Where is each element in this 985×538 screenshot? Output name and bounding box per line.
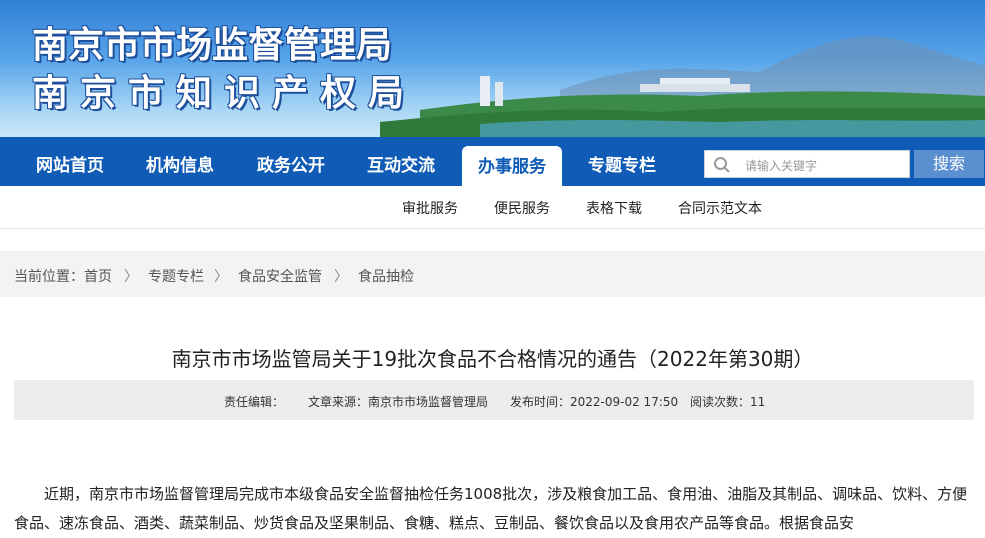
breadcrumb-separator: 〉 [334,269,348,285]
breadcrumb-separator: 〉 [124,269,138,285]
breadcrumb-prefix: 当前位置： [14,269,84,285]
nav-item-services[interactable]: 办事服务 [462,146,562,186]
subnav-item-convenience[interactable]: 便民服务 [494,198,550,218]
breadcrumb-topics[interactable]: 专题专栏 [148,266,204,286]
subnav-item-approval[interactable]: 审批服务 [402,198,458,218]
breadcrumb-home[interactable]: 首页 [84,266,112,286]
article-body: 近期，南京市市场监督管理局完成市本级食品安全监督抽检任务1008批次，涉及粮食加… [14,485,968,532]
meta-published: 发布时间：2022-09-02 17:50 [510,395,679,409]
search-input[interactable]: 请输入关键字 [704,150,910,178]
search-placeholder: 请输入关键字 [745,159,818,173]
nav-item-gov[interactable]: 政务公开 [241,137,341,186]
site-title-line1: 南京市市场监督管理局 [32,24,393,66]
nav-item-topics[interactable]: 专题专栏 [572,137,672,186]
subnav-item-forms[interactable]: 表格下载 [586,198,642,218]
breadcrumb-food-sampling[interactable]: 食品抽检 [358,266,414,286]
breadcrumb: 当前位置： 首页 〉 专题专栏 〉 食品安全监管 〉 食品抽检 [0,251,985,297]
nav-item-home[interactable]: 网站首页 [20,137,120,186]
meta-editor: 责任编辑： [224,395,285,409]
site-title-line2: 南京市知识产权局 [32,72,417,114]
article-meta: 责任编辑： 文章来源：南京市市场监督管理局 发布时间：2022-09-02 17… [14,380,974,420]
breadcrumb-separator: 〉 [214,269,228,285]
sub-nav: 审批服务 便民服务 表格下载 合同示范文本 [0,186,985,229]
meta-views: 阅读次数：11 [690,395,766,409]
search-button[interactable]: 搜索 [914,150,984,178]
breadcrumb-food-safety[interactable]: 食品安全监管 [238,266,322,286]
nav-item-interact[interactable]: 互动交流 [351,137,451,186]
site-banner: 南京市市场监督管理局 南京市知识产权局 [0,0,985,137]
subnav-item-contracts[interactable]: 合同示范文本 [678,198,762,218]
meta-source: 文章来源：南京市市场监督管理局 [308,395,489,409]
search-icon [713,156,731,178]
article-title: 南京市市场监管局关于19批次食品不合格情况的通告（2022年第30期） [171,347,814,371]
nav-item-org[interactable]: 机构信息 [130,137,230,186]
